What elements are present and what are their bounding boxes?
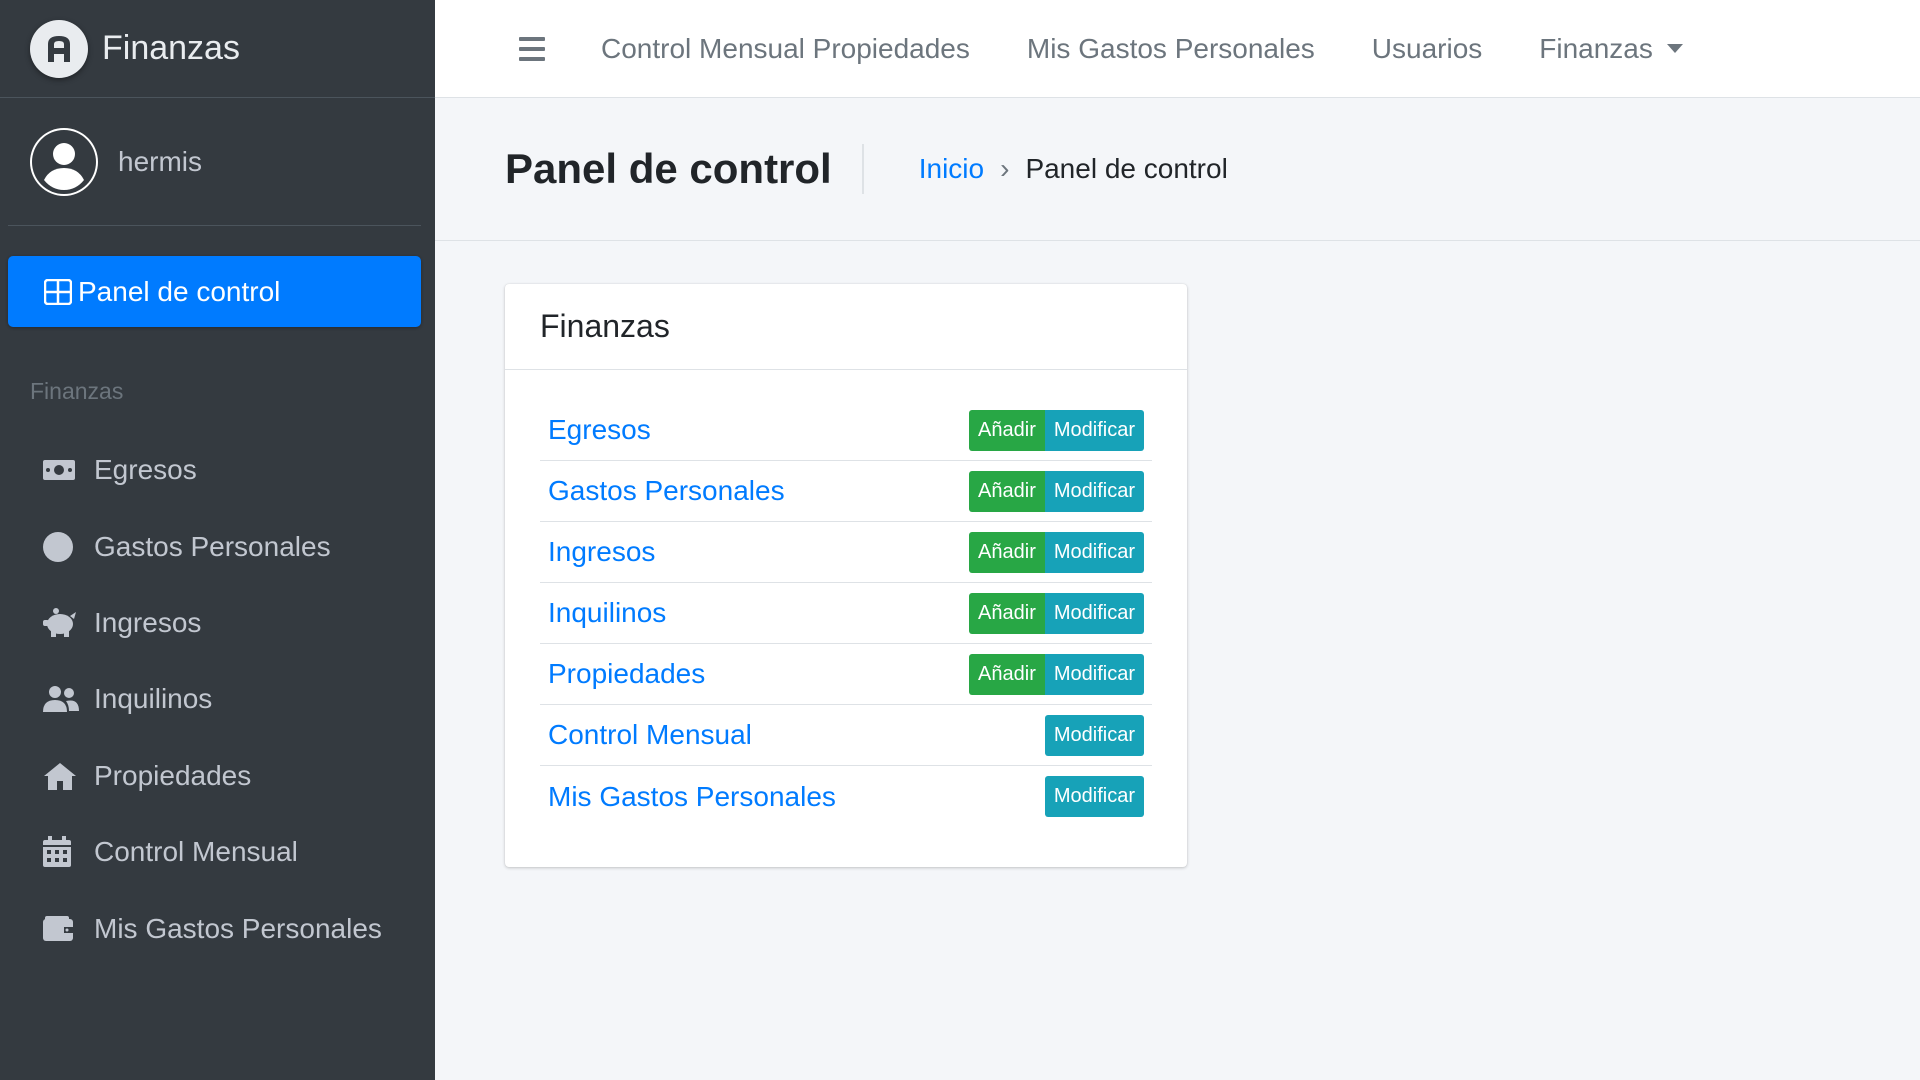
button-group: Añadir Modificar xyxy=(969,653,1144,695)
sidebar-item-control-mensual[interactable]: Control Mensual xyxy=(0,814,435,890)
breadcrumb-separator: › xyxy=(1000,153,1010,184)
top-nav-usuarios[interactable]: Usuarios xyxy=(1372,33,1482,65)
control-mensual-link[interactable]: Control Mensual xyxy=(548,719,752,751)
sidebar-item-label: Ingresos xyxy=(94,606,202,638)
list-item-control-mensual: Control Mensual Modificar xyxy=(540,705,1152,766)
button-group: Añadir Modificar xyxy=(969,470,1144,512)
top-navbar: Control Mensual Propiedades Mis Gastos P… xyxy=(435,0,1920,98)
egresos-link[interactable]: Egresos xyxy=(548,414,651,446)
breadcrumb: Inicio › Panel de control xyxy=(919,153,1228,185)
list-item-ingresos: Ingresos Añadir Modificar xyxy=(540,522,1152,583)
hamburger-menu-icon[interactable] xyxy=(519,36,545,61)
top-nav-links: Control Mensual Propiedades Mis Gastos P… xyxy=(601,33,1740,65)
button-group: Añadir Modificar xyxy=(969,409,1144,451)
inquilinos-add-button[interactable]: Añadir xyxy=(969,592,1045,634)
list-item-mis-gastos-personales: Mis Gastos Personales Modificar xyxy=(540,766,1152,827)
calendar-icon xyxy=(42,836,94,868)
sidebar-item-mis-gastos-personales[interactable]: Mis Gastos Personales xyxy=(0,890,435,966)
brand-link[interactable]: Finanzas xyxy=(0,0,435,98)
egresos-modify-button[interactable]: Modificar xyxy=(1044,409,1144,451)
sidebar-item-label: Mis Gastos Personales xyxy=(94,912,382,944)
sidebar-item-label: Inquilinos xyxy=(94,683,213,715)
brand-logo-icon xyxy=(30,19,88,78)
list-item-egresos: Egresos Añadir Modificar xyxy=(540,400,1152,461)
sidebar-item-panel-de-control[interactable]: Panel de control xyxy=(8,256,421,327)
button-group: Añadir Modificar xyxy=(969,531,1144,573)
inquilinos-modify-button[interactable]: Modificar xyxy=(1044,592,1144,634)
sidebar-section-header: Finanzas xyxy=(30,378,124,404)
home-icon xyxy=(42,761,94,791)
page-title: Panel de control xyxy=(505,144,864,194)
ingresos-add-button[interactable]: Añadir xyxy=(969,531,1045,573)
sidebar-item-label: Gastos Personales xyxy=(94,530,331,562)
sidebar-item-label: Propiedades xyxy=(94,759,252,791)
top-nav-mis-gastos-personales[interactable]: Mis Gastos Personales xyxy=(1027,33,1315,65)
egresos-add-button[interactable]: Añadir xyxy=(969,409,1045,451)
sidebar-item-egresos[interactable]: Egresos xyxy=(0,432,435,508)
user-panel[interactable]: hermis xyxy=(8,98,421,226)
sidebar-item-ingresos[interactable]: Ingresos xyxy=(0,585,435,661)
gastos-personales-modify-button[interactable]: Modificar xyxy=(1044,470,1144,512)
wallet-icon xyxy=(42,915,94,943)
list-item-inquilinos: Inquilinos Añadir Modificar xyxy=(540,583,1152,644)
circle-icon xyxy=(42,531,94,563)
piggy-bank-icon xyxy=(42,607,94,638)
control-mensual-modify-button[interactable]: Modificar xyxy=(1044,714,1144,756)
users-icon xyxy=(42,685,94,713)
user-avatar-icon xyxy=(30,127,98,196)
top-nav-control-mensual-propiedades[interactable]: Control Mensual Propiedades xyxy=(601,33,970,65)
dropdown-label: Finanzas xyxy=(1539,32,1653,64)
list-item-propiedades: Propiedades Añadir Modificar xyxy=(540,644,1152,705)
user-name: hermis xyxy=(118,145,203,177)
sidebar-item-label: Egresos xyxy=(94,454,197,486)
finanzas-card: Finanzas Egresos Añadir Modificar Gastos… xyxy=(505,284,1187,867)
content-header: Panel de control Inicio › Panel de contr… xyxy=(435,98,1920,241)
sidebar-item-gastos-personales[interactable]: Gastos Personales xyxy=(0,508,435,584)
inquilinos-link[interactable]: Inquilinos xyxy=(548,597,666,629)
list-item-gastos-personales: Gastos Personales Añadir Modificar xyxy=(540,461,1152,522)
sidebar-item-label: Control Mensual xyxy=(94,836,298,868)
ingresos-modify-button[interactable]: Modificar xyxy=(1044,531,1144,573)
sidebar: Finanzas hermis Panel de control Finanza… xyxy=(0,0,435,1080)
top-nav-finanzas-dropdown[interactable]: Finanzas xyxy=(1539,33,1683,65)
mis-gastos-personales-link[interactable]: Mis Gastos Personales xyxy=(548,781,836,813)
sidebar-item-propiedades[interactable]: Propiedades xyxy=(0,738,435,814)
card-body: Egresos Añadir Modificar Gastos Personal… xyxy=(505,370,1187,827)
button-group: Modificar xyxy=(1044,714,1144,756)
brand-name: Finanzas xyxy=(102,29,240,67)
button-group: Añadir Modificar xyxy=(969,592,1144,634)
card-title: Finanzas xyxy=(505,284,1187,370)
money-bill-icon xyxy=(42,458,94,482)
propiedades-add-button[interactable]: Añadir xyxy=(969,653,1045,695)
propiedades-modify-button[interactable]: Modificar xyxy=(1044,653,1144,695)
mis-gastos-personales-modify-button[interactable]: Modificar xyxy=(1044,776,1144,817)
breadcrumb-home-link[interactable]: Inicio xyxy=(919,153,984,185)
gastos-personales-add-button[interactable]: Añadir xyxy=(969,470,1045,512)
caret-down-icon xyxy=(1666,44,1683,53)
sidebar-menu: Egresos Gastos Personales Ingresos Inqui… xyxy=(0,432,435,967)
breadcrumb-current: Panel de control xyxy=(1025,153,1228,184)
button-group: Modificar xyxy=(1044,776,1144,817)
propiedades-link[interactable]: Propiedades xyxy=(548,658,705,690)
gastos-personales-link[interactable]: Gastos Personales xyxy=(548,475,785,507)
dashboard-icon xyxy=(44,278,78,305)
sidebar-item-inquilinos[interactable]: Inquilinos xyxy=(0,661,435,737)
sidebar-item-label: Panel de control xyxy=(78,275,281,307)
ingresos-link[interactable]: Ingresos xyxy=(548,536,655,568)
